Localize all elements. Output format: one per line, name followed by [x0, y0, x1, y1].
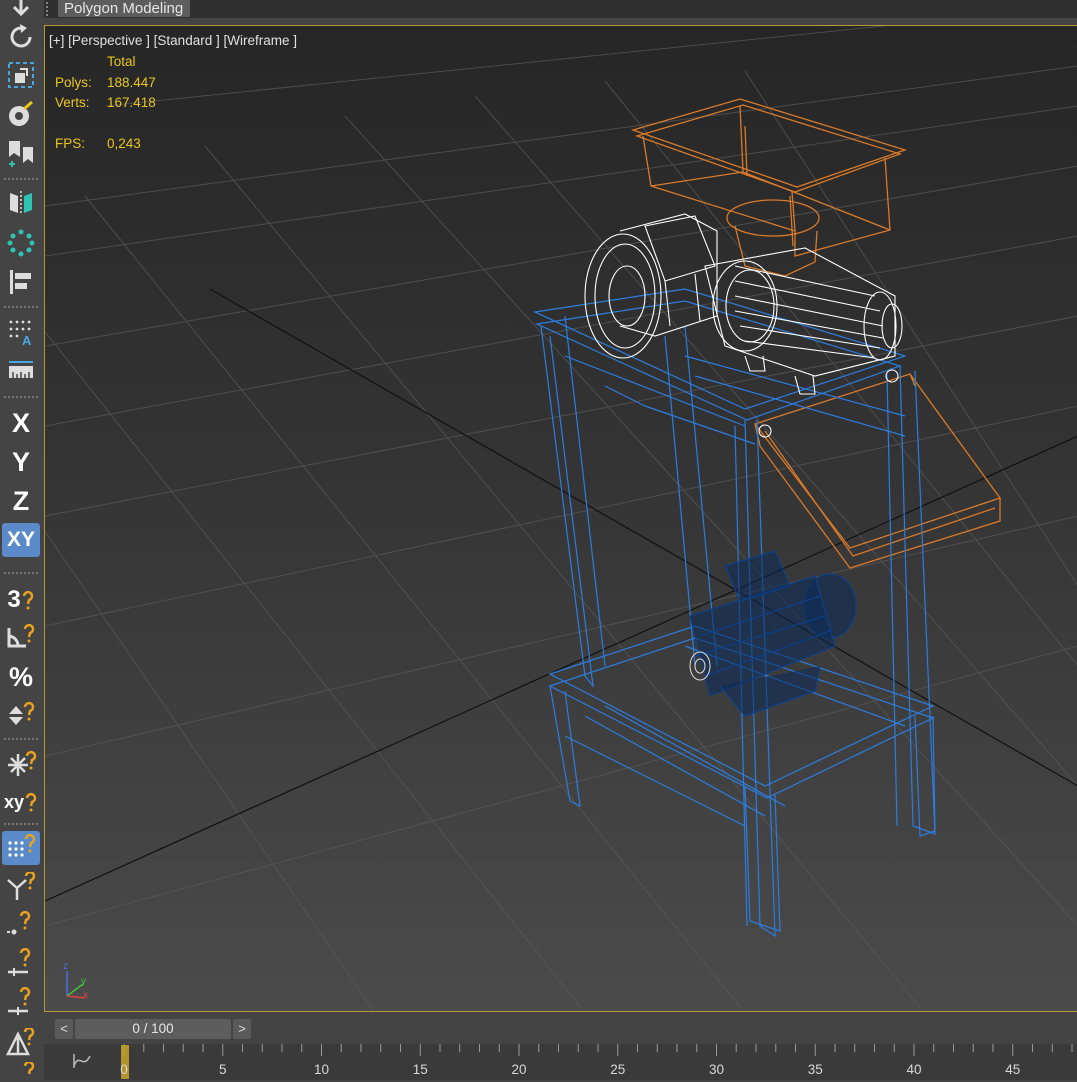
edge-snap-icon[interactable] [2, 946, 40, 980]
dot-grid-icon[interactable]: A [2, 315, 40, 349]
axis-x-button[interactable]: X [2, 406, 40, 440]
time-slider-bar: < 0 / 100 > [44, 1016, 1077, 1044]
ruler-tick-label: 0 [120, 1062, 128, 1077]
toolbar-separator [4, 178, 38, 180]
rotate-icon[interactable] [2, 20, 40, 54]
ring-icon[interactable] [2, 226, 40, 260]
track-bar: 0 5 10 15 20 25 30 35 40 45 [44, 1044, 1077, 1080]
align-icon[interactable] [2, 186, 40, 220]
pivot-snap-icon[interactable] [2, 870, 40, 904]
curve-editor-icon[interactable] [70, 1050, 94, 1074]
stats-fps-label: FPS: [55, 136, 86, 151]
tripod-y-label: y [81, 976, 86, 987]
vertex-snap-icon[interactable] [2, 908, 40, 942]
toolbar-separator [4, 738, 38, 740]
measure-icon[interactable] [2, 355, 40, 389]
snap-3d-button[interactable]: 3 [2, 583, 40, 617]
snap-xy-label: xy [3, 791, 25, 812]
scale-icon[interactable] [2, 58, 40, 92]
stats-fps-value: 0,243 [107, 136, 141, 151]
spinner-snap-icon[interactable] [2, 698, 40, 732]
time-slider[interactable]: 0 / 100 [75, 1019, 231, 1039]
toolbar-separator [4, 306, 38, 308]
ruler-tick-label: 30 [709, 1062, 724, 1077]
perspective-viewport[interactable]: z y x [+] [Perspective ] [Standard ] [Wi… [44, 25, 1077, 1012]
help-icon [25, 792, 37, 812]
viewport-label-menu[interactable]: [+] [Perspective ] [Standard ] [Wirefram… [49, 33, 297, 48]
ribbon-bar: Polygon Modeling [44, 0, 1077, 18]
ruler-tick-label: 5 [219, 1062, 227, 1077]
layer-icon[interactable] [2, 265, 40, 299]
ruler-tick-label: 45 [1005, 1062, 1020, 1077]
snap-xy-button[interactable]: xy [2, 785, 40, 819]
ruler-tick-label: 40 [906, 1062, 921, 1077]
ribbon-tab-polygon-modeling[interactable]: Polygon Modeling [58, 0, 190, 17]
axis-y-button[interactable]: Y [2, 445, 40, 479]
midpoint-snap-icon[interactable] [2, 985, 40, 1019]
ruler-tick-label: 15 [413, 1062, 428, 1077]
stats-polys-label: Polys: [55, 75, 92, 90]
more-snap-icon[interactable] [2, 1062, 40, 1082]
percent-label: % [8, 661, 33, 692]
left-toolbar: A X Y Z XY 3 % xy [0, 0, 42, 1080]
axis-z-button[interactable]: Z [2, 484, 40, 518]
percent-snap-button[interactable]: % [2, 660, 40, 694]
viewport-scene: z y x [45, 26, 1077, 1011]
svg-text:A: A [22, 333, 32, 347]
tripod-x-label: x [83, 990, 88, 1001]
frame-ruler[interactable]: 0 5 10 15 20 25 30 35 40 45 [120, 1044, 1077, 1080]
tripod-z-label: z [63, 961, 68, 972]
toolbar-separator [4, 396, 38, 398]
mirror-icon[interactable] [2, 135, 40, 169]
snap-3-label: 3 [7, 586, 21, 613]
move-icon[interactable] [2, 0, 40, 20]
stats-verts-value: 167.418 [107, 95, 156, 110]
stats-total-header: Total [107, 54, 136, 69]
toolbar-separator [4, 823, 38, 825]
help-icon [22, 590, 33, 610]
axis-xy-button[interactable]: XY [2, 523, 40, 557]
ribbon-grip[interactable] [46, 2, 54, 16]
next-frame-button[interactable]: > [233, 1019, 251, 1039]
face-snap-icon[interactable] [2, 1026, 40, 1060]
ruler-tick-label: 25 [610, 1062, 625, 1077]
ruler-tick-label: 10 [314, 1062, 329, 1077]
stats-verts-label: Verts: [55, 95, 90, 110]
grid-snap-icon[interactable] [2, 831, 40, 865]
angle-snap-icon[interactable] [2, 620, 40, 654]
toolbar-separator [4, 572, 38, 574]
ruler-tick-label: 20 [511, 1062, 526, 1077]
place-icon[interactable] [2, 97, 40, 131]
stats-polys-value: 188.447 [107, 75, 156, 90]
freeze-icon[interactable] [2, 748, 40, 782]
ruler-tick-label: 35 [808, 1062, 823, 1077]
prev-frame-button[interactable]: < [55, 1019, 73, 1039]
